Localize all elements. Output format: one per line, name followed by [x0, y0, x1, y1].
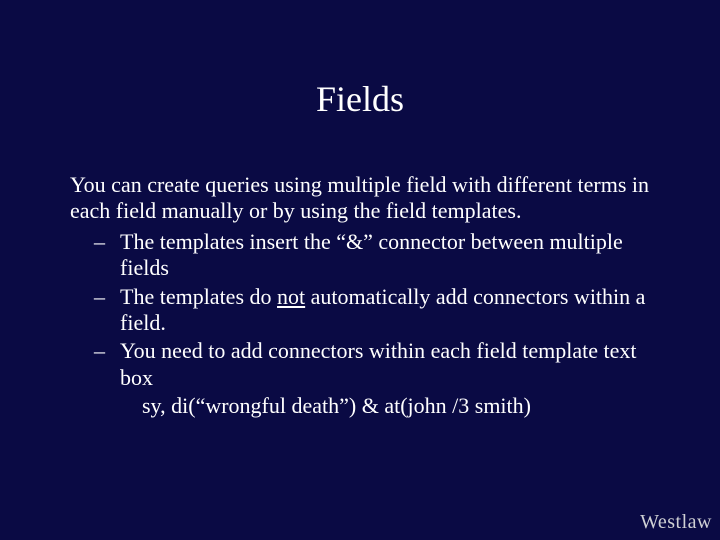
intro-text: You can create queries using multiple fi…	[70, 172, 658, 225]
bullet-list: The templates insert the “&” connector b…	[70, 229, 658, 420]
bullet-item: The templates do not automatically add c…	[70, 284, 658, 337]
slide: Fields You can create queries using mult…	[0, 0, 720, 540]
westlaw-logo: Westlaw	[640, 511, 712, 534]
logo-west: West	[640, 511, 682, 533]
bullet-text-amp: &	[346, 229, 363, 254]
bullet-text-prefix: The templates insert the “	[120, 229, 346, 254]
logo-law: law	[682, 511, 712, 533]
bullet-text-prefix: The templates do	[120, 284, 277, 309]
slide-title: Fields	[0, 78, 720, 120]
slide-body: You can create queries using multiple fi…	[70, 172, 658, 420]
example-text: sy, di(“wrongful death”) & at(john /3 sm…	[70, 393, 658, 419]
bullet-text: You need to add connectors within each f…	[120, 338, 636, 389]
bullet-item: You need to add connectors within each f…	[70, 338, 658, 391]
bullet-item: The templates insert the “&” connector b…	[70, 229, 658, 282]
bullet-text-underlined: not	[277, 284, 305, 309]
